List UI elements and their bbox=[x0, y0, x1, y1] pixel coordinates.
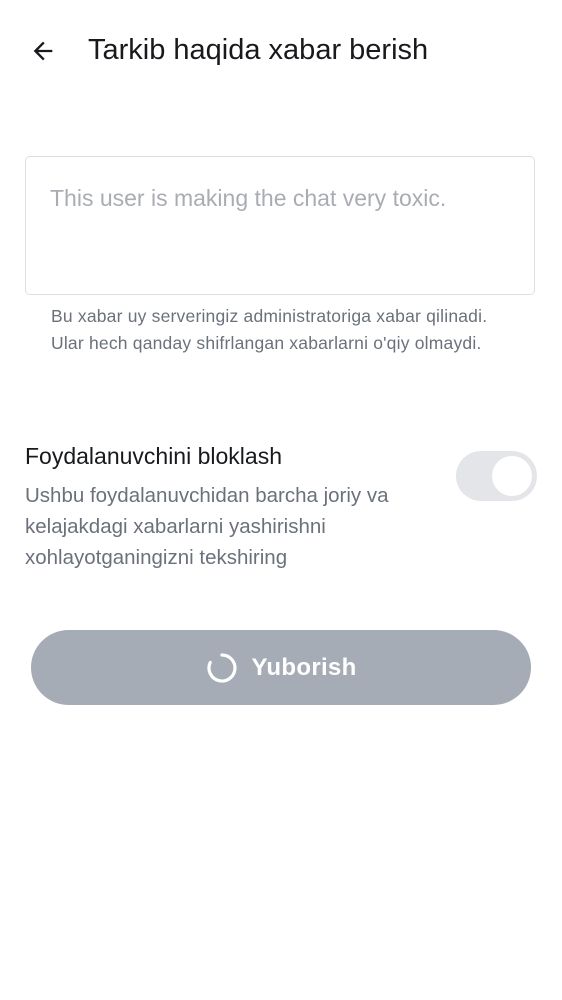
page-title: Tarkib haqida xabar berish bbox=[88, 34, 429, 66]
submit-button[interactable]: Yuborish bbox=[31, 630, 531, 705]
block-user-description: Ushbu foydalanuvchidan barcha joriy va k… bbox=[25, 484, 389, 569]
report-helper-text: Bu xabar uy serveringiz administratoriga… bbox=[51, 306, 488, 353]
report-reason-field[interactable] bbox=[25, 156, 535, 295]
submit-label: Yuborish bbox=[251, 653, 357, 681]
back-button[interactable] bbox=[22, 30, 64, 72]
report-reason-input[interactable] bbox=[26, 157, 534, 294]
top-app-bar: Tarkib haqida xabar berish bbox=[0, 0, 562, 100]
toggle-knob bbox=[492, 456, 532, 496]
block-user-title: Foydalanuvchini bloklash bbox=[25, 443, 282, 469]
block-user-toggle[interactable] bbox=[456, 451, 537, 501]
arrow-left-icon bbox=[33, 41, 53, 61]
loading-spinner-icon bbox=[205, 651, 239, 685]
